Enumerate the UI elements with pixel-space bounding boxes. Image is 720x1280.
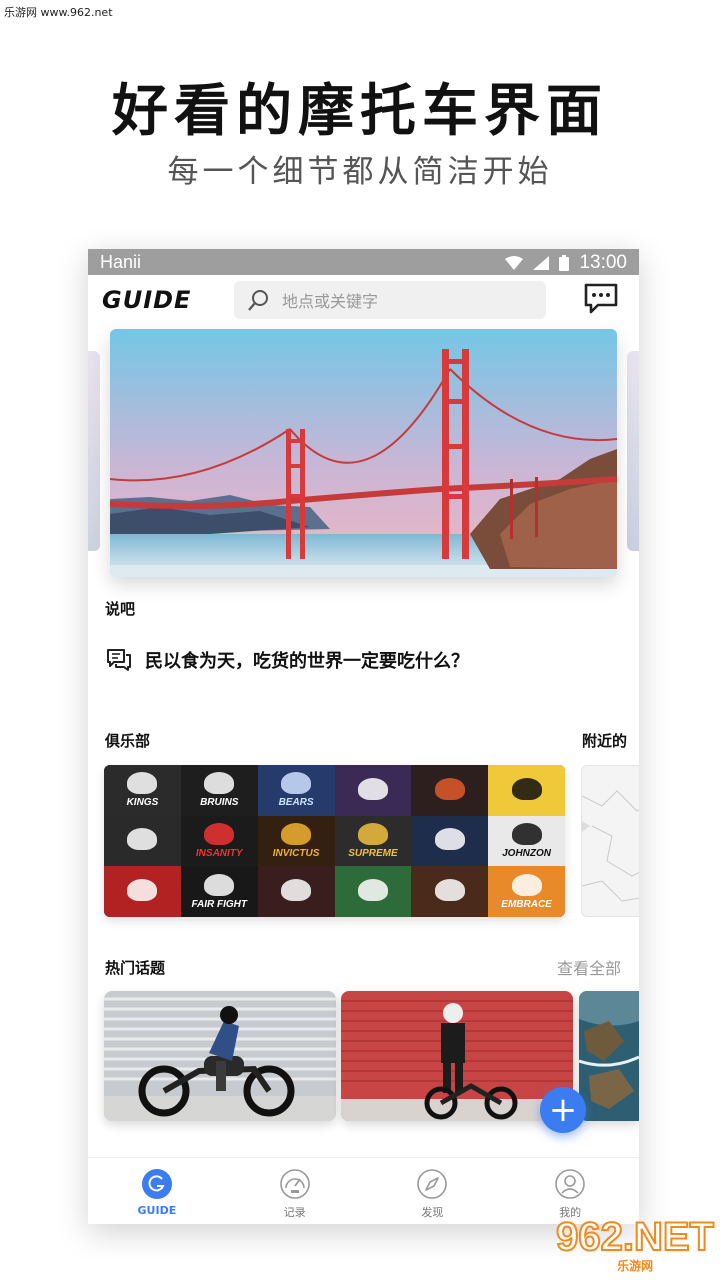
nav-label-discover: 发现 <box>421 1206 444 1219</box>
topic-image-motorcycle-garage <box>104 991 336 1121</box>
add-button[interactable]: + <box>540 1087 586 1133</box>
club-badge <box>104 815 181 867</box>
club-badge-emblem <box>357 822 388 845</box>
club-badge-grid: KINGS BRUINS BEARS INSANITY INVICTUS SUPREME J… <box>104 765 565 917</box>
watermark-logo-sub: 乐游网 <box>617 1259 654 1273</box>
club-badge <box>411 815 489 867</box>
see-all-link[interactable]: 查看全部 <box>557 955 621 979</box>
club-badge-emblem <box>204 822 235 845</box>
club-badge-emblem <box>357 879 388 902</box>
club-badge <box>334 866 412 917</box>
club-badge-emblem <box>434 879 465 902</box>
nav-item-guide[interactable]: GUIDE <box>88 1158 226 1224</box>
nearby-map-card[interactable] <box>581 765 639 917</box>
club-badge-label: INVICTUS <box>272 847 320 859</box>
club-badge <box>411 765 489 816</box>
watermark-logo-text: 962.NET <box>555 1215 715 1259</box>
signal-icon <box>533 256 550 270</box>
carousel-next-card[interactable] <box>627 351 639 551</box>
golden-gate-bridge-image <box>110 329 617 577</box>
compass-icon <box>417 1169 448 1199</box>
watermark-logo: 962.NET 乐游网 <box>555 1215 715 1274</box>
club-badge <box>334 765 412 816</box>
search-icon <box>248 290 268 311</box>
nav-item-discover[interactable]: 发现 <box>364 1158 502 1224</box>
club-badge-emblem <box>127 828 158 851</box>
talk-section-title: 说吧 <box>105 600 136 618</box>
club-badge <box>104 866 181 917</box>
nav-label-guide: GUIDE <box>137 1204 177 1217</box>
club-badge <box>257 866 335 917</box>
club-badge-label: KINGS <box>126 797 159 809</box>
club-badge-label: FAIR FIGHT <box>191 898 248 910</box>
status-carrier: Hanii <box>100 252 142 272</box>
carousel-prev-card[interactable] <box>88 351 100 551</box>
topic-image-ocean-rocks <box>579 991 639 1121</box>
promo-headline: 好看的摩托车界面 <box>112 79 608 144</box>
club-badge-emblem <box>127 772 158 795</box>
club-badge-label: SUPREME <box>348 847 398 859</box>
search-placeholder: 地点或关键字 <box>282 292 379 311</box>
club-badge: SUPREME <box>334 815 412 867</box>
club-badge: BRUINS <box>180 765 258 816</box>
club-badge: EMBRACE <box>488 866 565 917</box>
club-badge <box>411 866 489 917</box>
status-time: 13:00 <box>579 252 627 273</box>
promo-subline: 每一个细节都从简洁开始 <box>167 154 553 190</box>
phone-screen: Hanii 13:00 GUIDE 地点或关键字 说吧 民以食为天，吃货的世界一… <box>88 249 639 1224</box>
club-badge-label: JOHNZON <box>502 847 552 859</box>
club-badge-label: BEARS <box>278 797 314 809</box>
guide-icon <box>141 1169 172 1199</box>
clubs-section-title: 俱乐部 <box>105 732 151 750</box>
topic-card[interactable] <box>104 991 336 1121</box>
club-badge: KINGS <box>104 765 181 816</box>
map-thumbnail <box>582 790 639 902</box>
chat-bubble-icon <box>107 649 131 671</box>
club-badge-label: EMBRACE <box>501 898 552 910</box>
app-header: GUIDE 地点或关键字 <box>88 275 639 327</box>
club-badge-label: BRUINS <box>200 797 239 809</box>
club-badge-emblem <box>511 822 542 845</box>
search-bar[interactable]: 地点或关键字 <box>234 281 546 319</box>
club-badge-emblem <box>281 772 312 795</box>
app-logo: GUIDE <box>102 286 192 314</box>
club-badge: INSANITY <box>180 815 258 867</box>
club-badge-emblem <box>511 777 542 800</box>
wifi-icon <box>505 256 524 270</box>
nav-item-record[interactable]: 记录 <box>226 1158 364 1224</box>
club-badge-emblem <box>357 777 388 800</box>
club-badge-label: INSANITY <box>195 847 243 859</box>
club-badge-emblem <box>434 828 465 851</box>
topic-card[interactable] <box>579 991 639 1121</box>
club-badge-emblem <box>204 772 235 795</box>
nav-label-record: 记录 <box>283 1206 306 1219</box>
topic-card[interactable] <box>341 991 573 1121</box>
club-badge-emblem <box>434 777 465 800</box>
speedometer-icon <box>279 1169 310 1199</box>
topics-section-title: 热门话题 <box>105 959 166 977</box>
nearby-section-title: 附近的 <box>582 732 628 750</box>
club-badge: JOHNZON <box>488 815 565 867</box>
clubs-card[interactable]: KINGS BRUINS BEARS INSANITY INVICTUS SUPREME J… <box>104 765 565 917</box>
status-bar: Hanii 13:00 <box>88 249 639 275</box>
message-icon[interactable] <box>584 283 618 315</box>
topic-image-rider-red-door <box>341 991 573 1121</box>
club-badge <box>488 765 565 816</box>
banner-image[interactable] <box>110 329 617 577</box>
profile-icon <box>555 1169 585 1199</box>
banner-carousel[interactable] <box>88 329 639 577</box>
talk-quote[interactable]: 民以食为天，吃货的世界一定要吃什么？ <box>105 647 469 673</box>
club-badge: FAIR FIGHT <box>180 866 258 917</box>
club-badge-emblem <box>281 879 312 902</box>
club-badge-emblem <box>511 873 542 896</box>
club-badge-emblem <box>204 873 235 896</box>
club-badge: INVICTUS <box>257 815 335 867</box>
watermark-top-text: 乐游网 www.962.net <box>4 6 113 19</box>
club-badge: BEARS <box>257 765 335 816</box>
battery-icon <box>559 255 570 271</box>
club-badge-emblem <box>281 822 312 845</box>
club-badge-emblem <box>127 879 158 902</box>
talk-quote-text: 民以食为天，吃货的世界一定要吃什么？ <box>145 651 469 672</box>
bottom-navigation: GUIDE 记录 发现 我的 <box>88 1157 639 1224</box>
